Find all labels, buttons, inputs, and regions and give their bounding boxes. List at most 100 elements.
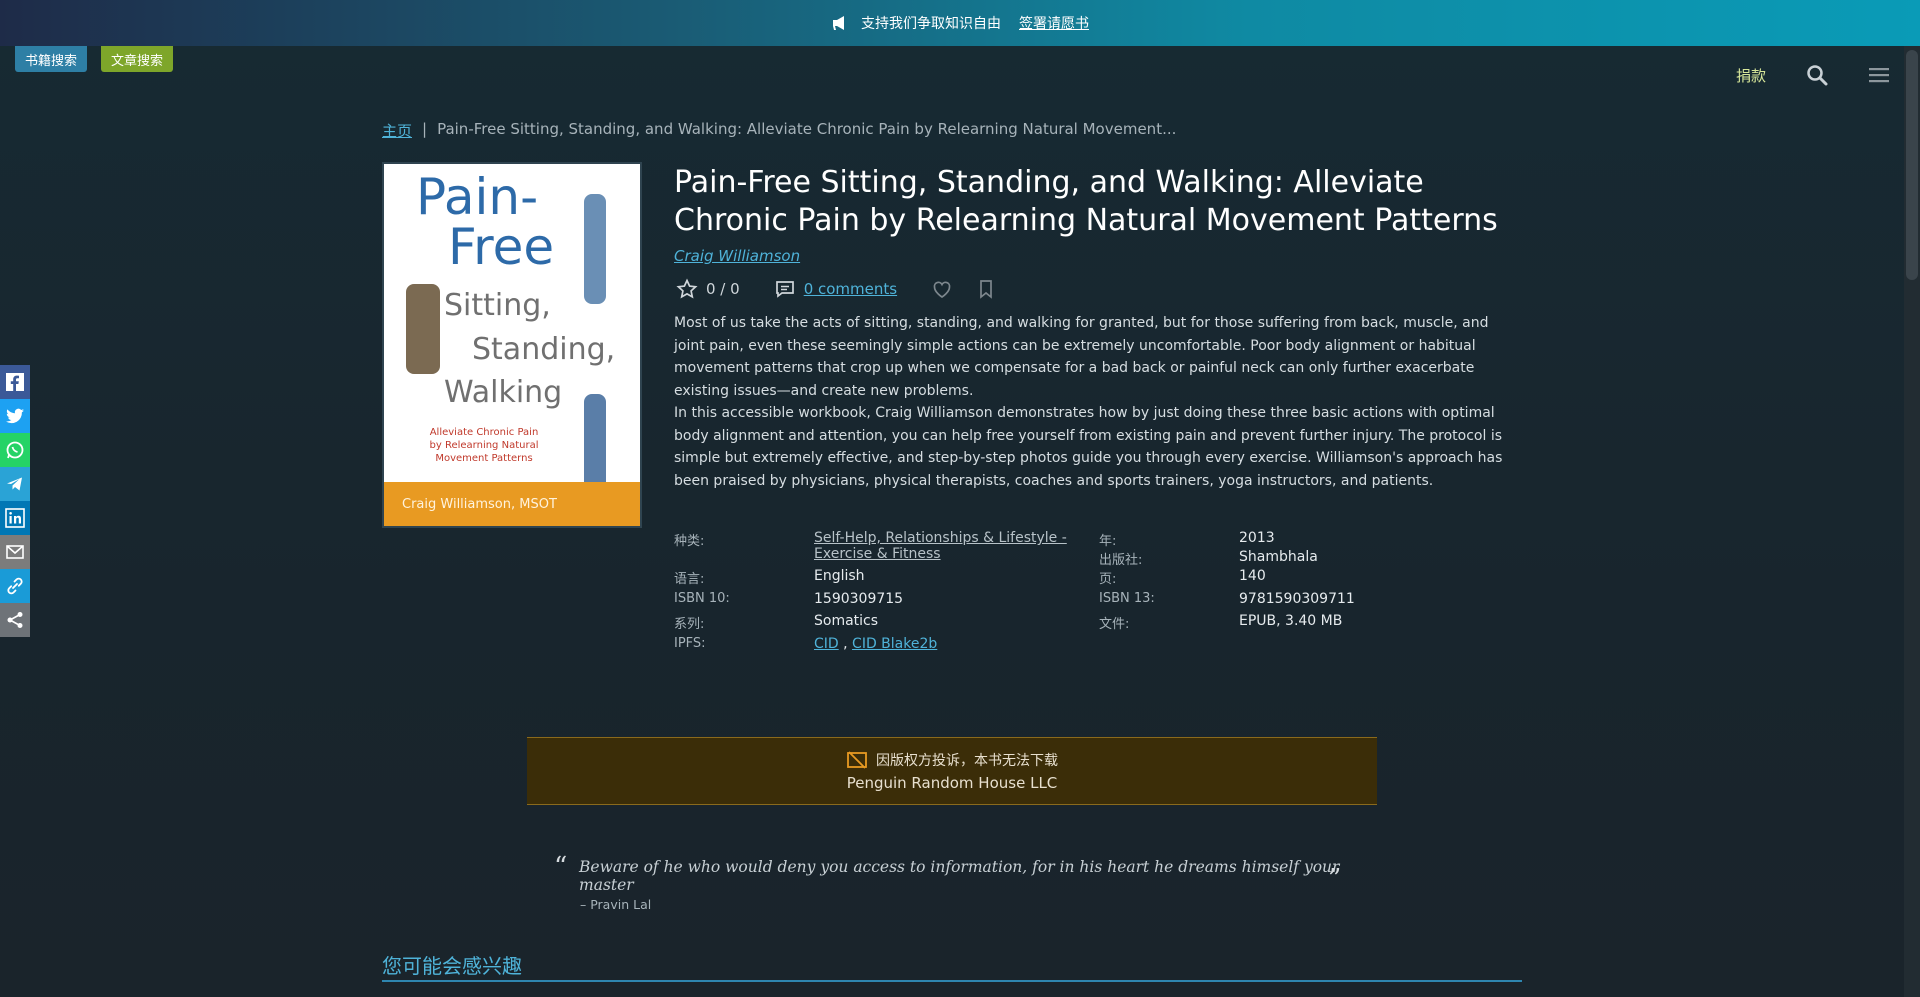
cover-title-line2: Free xyxy=(448,218,555,276)
details-row-series: 系列: Somatics 文件: EPUB, 3.40 MB xyxy=(674,613,1394,636)
star-icon[interactable] xyxy=(676,278,698,300)
comment-icon xyxy=(775,281,794,298)
ipfs-cid-link[interactable]: CID xyxy=(814,636,839,652)
cover-line-standing: Standing, xyxy=(472,331,616,367)
book-meta-row: 0 / 0 0 comments xyxy=(676,278,997,300)
quote-author: – Pravin Lal xyxy=(580,897,652,912)
category-link-line1: Self-Help, Relationships & Lifestyle - xyxy=(814,530,1067,546)
year-label: 年: xyxy=(1099,534,1117,549)
series-label: 系列: xyxy=(674,617,705,632)
heart-icon[interactable] xyxy=(931,278,953,300)
whatsapp-share-button[interactable] xyxy=(0,433,30,467)
cover-author-band: Craig Williamson, MSOT xyxy=(384,482,640,526)
pages-label: 页: xyxy=(1099,572,1117,587)
notice-line1: 因版权方投诉，本书无法下载 xyxy=(846,750,1058,770)
sign-petition-link[interactable]: 签署请愿书 xyxy=(1019,13,1089,33)
comments-link[interactable]: 0 comments xyxy=(804,280,897,298)
twitter-share-button[interactable] xyxy=(0,399,30,433)
rating-value: 0 / 0 xyxy=(706,280,740,298)
publisher-label: 出版社: xyxy=(1099,553,1143,568)
category-value: Self-Help, Relationships & Lifestyle - E… xyxy=(814,530,1099,568)
no-download-icon xyxy=(847,751,867,769)
isbn13-value: 9781590309711 xyxy=(1239,590,1355,607)
cover-figure-walking xyxy=(584,394,606,494)
book-title: Pain-Free Sitting, Standing, and Walking… xyxy=(674,165,1498,238)
pages-value: 140 xyxy=(1239,568,1266,584)
tab-article-search[interactable]: 文章搜索 xyxy=(101,46,174,72)
isbn10-value: 1590309715 xyxy=(814,590,904,607)
language-value: English xyxy=(814,568,865,584)
year-publisher-block: 年: 2013 出版社: Shambhala xyxy=(1099,530,1318,568)
close-quote-mark: ” xyxy=(1328,864,1342,894)
cover-figure-standing xyxy=(584,194,606,304)
breadcrumb-separator: | xyxy=(422,120,428,138)
file-label: 文件: xyxy=(1099,617,1130,632)
book-author-link[interactable]: Craig Williamson xyxy=(674,247,800,265)
description-paragraph-2: In this accessible workbook, Craig Willi… xyxy=(674,405,1503,489)
menu-icon[interactable] xyxy=(1868,64,1890,86)
year-value: 2013 xyxy=(1239,530,1275,546)
linkedin-icon xyxy=(5,508,25,528)
quote-text: Beware of he who would deny you access t… xyxy=(579,858,1340,894)
quote-block: “ Beware of he who would deny you access… xyxy=(554,852,1354,894)
category-link[interactable]: Self-Help, Relationships & Lifestyle - E… xyxy=(814,530,1067,562)
publisher-value: Shambhala xyxy=(1239,549,1318,565)
whatsapp-icon xyxy=(6,441,24,459)
share-bar xyxy=(0,365,30,637)
search-icon[interactable] xyxy=(1806,64,1828,86)
telegram-icon xyxy=(7,477,22,491)
description-paragraph-1: Most of us take the acts of sitting, sta… xyxy=(674,315,1489,399)
share-icon xyxy=(7,612,23,628)
copy-link-share-button[interactable] xyxy=(0,569,30,603)
ipfs-separator: , xyxy=(843,635,848,652)
email-share-button[interactable] xyxy=(0,535,30,569)
details-row-language: 语言: English 页: 140 xyxy=(674,568,1394,591)
copyright-notice: 因版权方投诉，本书无法下载 Penguin Random House LLC xyxy=(527,737,1377,805)
book-details: 种类: Self-Help, Relationships & Lifestyle… xyxy=(674,530,1394,658)
ipfs-blake2b-link[interactable]: CID Blake2b xyxy=(852,636,937,652)
isbn13-label: ISBN 13: xyxy=(1099,590,1155,606)
notice-text: 因版权方投诉，本书无法下载 xyxy=(876,753,1058,769)
cover-title: Pain- Free xyxy=(416,172,554,272)
ipfs-value: CID , CID Blake2b xyxy=(814,636,1099,659)
more-share-button[interactable] xyxy=(0,603,30,637)
email-icon xyxy=(6,545,24,559)
bookmark-icon[interactable] xyxy=(975,278,997,300)
isbn10-label: ISBN 10: xyxy=(674,590,730,606)
top-banner: 支持我们争取知识自由 签署请愿书 xyxy=(0,0,1920,46)
megaphone-icon xyxy=(833,16,844,30)
twitter-icon xyxy=(6,408,24,424)
notice-rights-holder: Penguin Random House LLC xyxy=(846,774,1058,792)
book-cover[interactable]: Pain- Free Sitting, Standing, Walking Al… xyxy=(382,162,642,528)
donate-link[interactable]: 捐款 xyxy=(1736,65,1766,86)
ipfs-label: IPFS: xyxy=(674,635,706,651)
scrollbar-thumb[interactable] xyxy=(1906,50,1918,280)
category-link-line2: Exercise & Fitness xyxy=(814,546,941,562)
search-tabs: 书籍搜索 文章搜索 xyxy=(15,46,174,72)
details-row-ipfs: IPFS: CID , CID Blake2b xyxy=(674,636,1394,659)
section-divider xyxy=(382,980,1522,982)
cover-subtitle: Alleviate Chronic Pain by Relearning Nat… xyxy=(429,427,539,464)
book-description: Most of us take the acts of sitting, sta… xyxy=(674,312,1504,492)
section-title-recommendations: 您可能会感兴趣 xyxy=(382,954,522,978)
open-quote-mark: “ xyxy=(554,852,568,882)
top-nav: 捐款 xyxy=(1736,64,1890,86)
breadcrumb-home-link[interactable]: 主页 xyxy=(382,120,412,141)
series-value: Somatics xyxy=(814,613,879,629)
breadcrumb: 主页 | Pain-Free Sitting, Standing, and Wa… xyxy=(382,120,1176,141)
banner-text: 支持我们争取知识自由 xyxy=(861,16,1001,32)
linkedin-share-button[interactable] xyxy=(0,501,30,535)
cover-title-line1: Pain- xyxy=(416,168,539,226)
language-label: 语言: xyxy=(674,572,705,587)
file-value: EPUB, 3.40 MB xyxy=(1239,613,1343,629)
category-label: 种类: xyxy=(674,534,705,549)
telegram-share-button[interactable] xyxy=(0,467,30,501)
breadcrumb-current: Pain-Free Sitting, Standing, and Walking… xyxy=(437,120,1177,138)
details-row-isbn: ISBN 10: 1590309715 ISBN 13: 97815903097… xyxy=(674,591,1394,614)
cover-figure-sitting xyxy=(406,284,440,374)
details-row-category: 种类: Self-Help, Relationships & Lifestyle… xyxy=(674,530,1394,568)
tab-book-search[interactable]: 书籍搜索 xyxy=(15,46,88,72)
facebook-icon xyxy=(6,373,24,391)
link-icon xyxy=(7,577,23,595)
facebook-share-button[interactable] xyxy=(0,365,30,399)
